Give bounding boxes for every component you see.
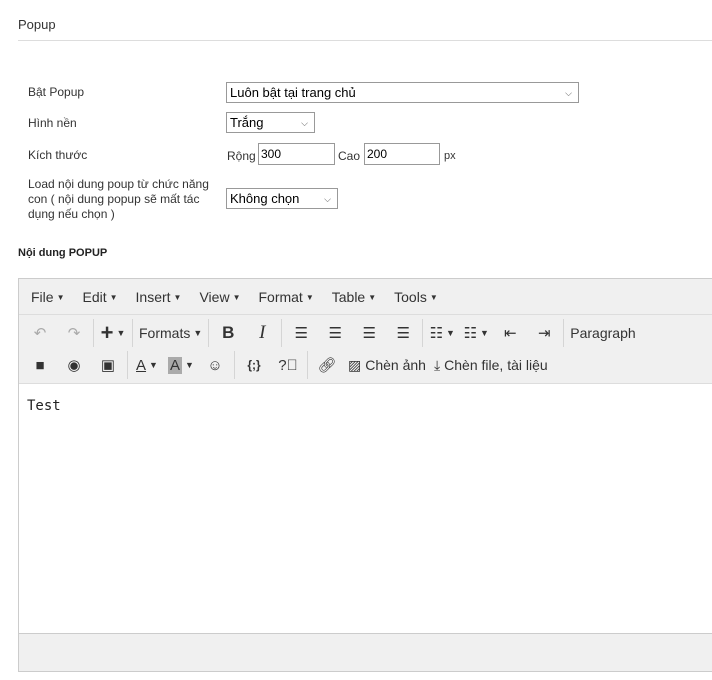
insert-plus-icon[interactable]: + ▼ bbox=[96, 319, 130, 347]
bold-icon[interactable]: B bbox=[211, 319, 245, 347]
editor-menubar: File ▼ Edit ▼ Insert ▼ View ▼ Format ▼ Table ▼… bbox=[19, 279, 712, 315]
separator bbox=[307, 351, 308, 379]
bullet-list-icon[interactable]: ☷ ▼ bbox=[425, 319, 459, 347]
code-icon[interactable]: {;} bbox=[237, 351, 271, 379]
menu-tools[interactable]: Tools ▼ bbox=[388, 289, 444, 305]
width-input[interactable] bbox=[258, 143, 335, 165]
chevron-down-icon: ⌵ bbox=[324, 194, 331, 204]
link-icon[interactable]: 🔗︎ bbox=[310, 351, 344, 379]
chevron-down-icon: ⌵ bbox=[301, 118, 308, 128]
separator bbox=[127, 351, 128, 379]
outdent-icon[interactable]: ⇤ bbox=[493, 319, 527, 347]
align-center-icon[interactable]: ☰ bbox=[318, 319, 352, 347]
selected-value: Không chọn bbox=[230, 191, 300, 206]
load-content-select[interactable]: Không chọn ⌵ bbox=[226, 188, 338, 209]
separator bbox=[234, 351, 235, 379]
image-icon: ▨ bbox=[348, 356, 362, 373]
enable-popup-select[interactable]: Luôn bật tại trang chủ ⌵ bbox=[226, 82, 579, 103]
menu-table[interactable]: Table ▼ bbox=[326, 289, 382, 305]
help-icon[interactable]: ?⃝ bbox=[271, 351, 305, 379]
editor-toolbar-1: ↶ ↷ + ▼ Formats ▼ B I ☰ ☰ ☰ ☰ ☷ ▼ ☷ ▼ ⇤ ⇥ Pa… bbox=[19, 317, 640, 349]
preview-eye-icon[interactable]: ◉ bbox=[57, 351, 91, 379]
indent-icon[interactable]: ⇥ bbox=[527, 319, 561, 347]
width-label: Rộng bbox=[227, 149, 256, 163]
align-left-icon[interactable]: ☰ bbox=[284, 319, 318, 347]
editor-toolbar-2: ■ ◉ ▣ A ▼ A ▼ ☺ {;} ?⃝ 🔗︎ ▨ Chèn ảnh ⤓ Chèn … bbox=[19, 349, 552, 381]
formats-dropdown[interactable]: Formats ▼ bbox=[135, 319, 206, 347]
separator bbox=[563, 319, 565, 347]
text-color-icon[interactable]: A ▼ bbox=[130, 351, 164, 379]
section-title: Popup bbox=[18, 17, 56, 32]
menu-format[interactable]: Format ▼ bbox=[252, 289, 319, 305]
height-label: Cao bbox=[338, 149, 361, 163]
menu-view[interactable]: View ▼ bbox=[193, 289, 246, 305]
align-justify-icon[interactable]: ☰ bbox=[386, 319, 420, 347]
separator bbox=[93, 319, 94, 347]
separator bbox=[422, 319, 424, 347]
background-label: Hình nền bbox=[28, 116, 77, 130]
enable-popup-label: Bật Popup bbox=[28, 85, 85, 99]
italic-icon[interactable]: I bbox=[245, 319, 279, 347]
menu-edit[interactable]: Edit ▼ bbox=[76, 289, 123, 305]
editor-content[interactable]: Test bbox=[19, 383, 712, 634]
rich-text-editor: File ▼ Edit ▼ Insert ▼ View ▼ Format ▼ Table ▼… bbox=[18, 278, 712, 672]
separator bbox=[132, 319, 133, 347]
menu-insert[interactable]: Insert ▼ bbox=[130, 289, 188, 305]
print-icon[interactable]: ■ bbox=[23, 351, 57, 379]
unit-label: px bbox=[444, 150, 456, 162]
background-select[interactable]: Trắng ⌵ bbox=[226, 112, 315, 133]
numbered-list-icon[interactable]: ☷ ▼ bbox=[459, 319, 493, 347]
divider bbox=[18, 40, 712, 41]
separator bbox=[208, 319, 210, 347]
selected-value: Luôn bật tại trang chủ bbox=[230, 85, 356, 100]
insert-image-button[interactable]: ▨ Chèn ảnh bbox=[344, 351, 430, 379]
insert-file-button[interactable]: ⤓ Chèn file, tài liệu bbox=[430, 351, 552, 379]
size-label: Kích thước bbox=[28, 148, 88, 162]
align-right-icon[interactable]: ☰ bbox=[352, 319, 386, 347]
height-input[interactable] bbox=[364, 143, 440, 165]
selected-value: Trắng bbox=[230, 115, 264, 130]
redo-icon[interactable]: ↷ bbox=[57, 319, 91, 347]
download-icon: ⤓ bbox=[433, 356, 441, 373]
menu-file[interactable]: File ▼ bbox=[25, 289, 70, 305]
load-content-label: Load nội dung poup từ chức năng con ( nộ… bbox=[28, 177, 209, 221]
chevron-down-icon: ⌵ bbox=[565, 88, 572, 98]
emoticon-icon[interactable]: ☺ bbox=[198, 351, 232, 379]
background-color-icon[interactable]: A ▼ bbox=[164, 351, 198, 379]
content-title: Nội dung POPUP bbox=[18, 247, 108, 259]
undo-icon[interactable]: ↶ bbox=[23, 319, 57, 347]
separator bbox=[281, 319, 283, 347]
media-icon[interactable]: ▣ bbox=[91, 351, 125, 379]
paragraph-dropdown[interactable]: Paragraph bbox=[566, 319, 639, 347]
